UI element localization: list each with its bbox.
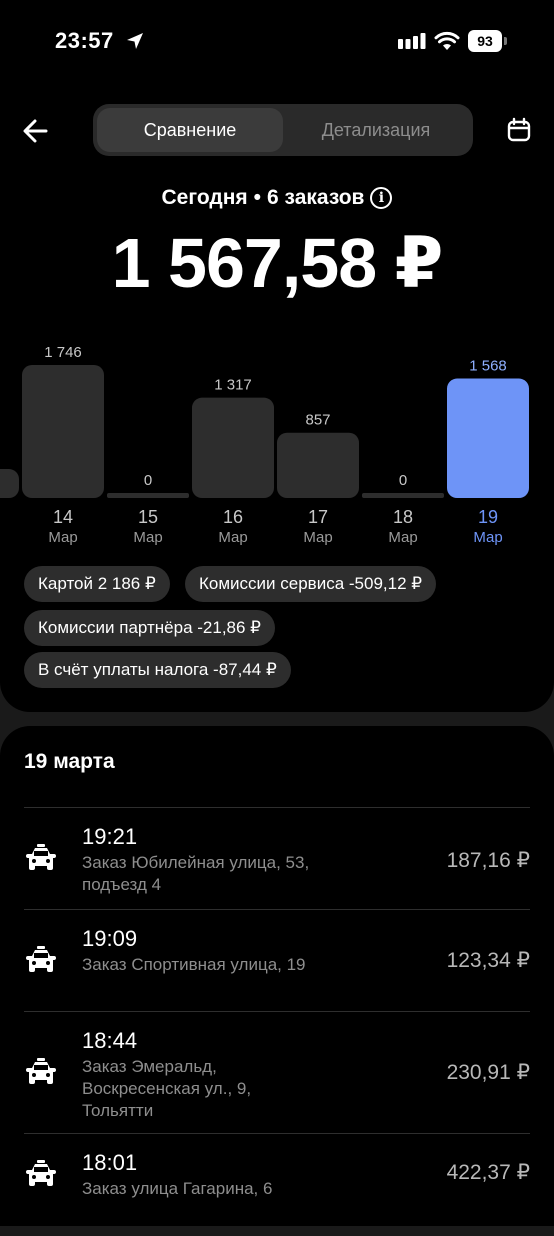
battery-icon: 93 — [468, 30, 508, 52]
bar-13[interactable] — [0, 469, 19, 498]
taxi-icon — [26, 1058, 56, 1084]
bar-month-label: Мар — [388, 529, 417, 546]
bar-18[interactable] — [362, 493, 444, 498]
order-amount: 422,37 ₽ — [446, 1161, 530, 1184]
chip-partner-fee[interactable]: Комиссии партнёра -21,86 ₽ — [24, 610, 276, 646]
bar-value-label: 1 317 — [214, 377, 252, 394]
order-row[interactable]: 19:21 Заказ Юбилейная улица, 53, подъезд… — [24, 807, 530, 910]
wifi-icon — [434, 31, 460, 50]
order-address: Заказ Спортивная улица, 19 — [82, 955, 306, 974]
calendar-icon[interactable] — [505, 116, 533, 144]
summary-card: 23:57 93 Сравнение Детализация Сегодня •… — [0, 0, 554, 712]
total-amount: 1 567,58 ₽ — [111, 224, 444, 302]
order-time: 19:09 — [82, 926, 138, 951]
chip-tax[interactable]: В счёт уплаты налога -87,44 ₽ — [24, 652, 291, 688]
order-address: Заказ Юбилейная улица, 53, подъезд 4 — [82, 853, 310, 894]
bar-16[interactable] — [192, 397, 274, 498]
status-bar: 23:57 93 — [0, 0, 554, 84]
bar-15[interactable] — [107, 493, 189, 498]
location-arrow-icon — [127, 33, 143, 49]
back-arrow-icon[interactable] — [20, 114, 54, 148]
period-label: Сегодня — [161, 186, 248, 209]
bar-month-label: Мар — [218, 529, 247, 546]
status-time: 23:57 — [55, 28, 114, 53]
order-row[interactable]: 19:09 Заказ Спортивная улица, 19 123,34 … — [24, 909, 530, 1012]
order-time: 18:01 — [82, 1150, 138, 1175]
info-icon[interactable]: i — [370, 187, 393, 210]
bar-day-label: 17 — [308, 507, 328, 527]
bar-day-label: 16 — [223, 507, 243, 527]
bar-19[interactable] — [447, 378, 529, 498]
summary-line: Сегодня • 6 заказов i — [0, 186, 554, 210]
tab-comparison[interactable]: Сравнение — [97, 108, 283, 152]
taxi-icon — [26, 1160, 56, 1186]
bar-day-label: 19 — [478, 507, 498, 527]
taxi-icon — [26, 946, 56, 972]
bar-day-label: 14 — [53, 507, 73, 527]
bar-month-label: Мар — [48, 529, 77, 546]
view-switcher: Сравнение Детализация — [93, 104, 473, 156]
bar-value-label: 0 — [144, 472, 152, 489]
order-time: 18:44 — [82, 1028, 138, 1053]
bar-value-label: 1 746 — [44, 344, 82, 361]
bar-month-label: Мар — [133, 529, 162, 546]
chip-service-fee[interactable]: Комиссии сервиса -509,12 ₽ — [185, 566, 437, 602]
bar-day-label: 18 — [393, 507, 413, 527]
order-amount: 187,16 ₽ — [446, 849, 530, 872]
cellular-signal-icon — [398, 33, 426, 49]
earnings-bar-chart: 131 74614Мар015Мар1 31716Мар85717Мар018М… — [0, 344, 529, 546]
bar-day-label: 15 — [138, 507, 158, 527]
order-time: 19:21 — [82, 824, 138, 849]
order-row[interactable]: 18:01 Заказ улица Гагарина, 6 422,37 ₽ — [24, 1133, 530, 1236]
bar-17[interactable] — [277, 432, 359, 498]
bar-value-label: 1 568 — [469, 358, 507, 375]
list-date: 19 марта — [24, 750, 115, 773]
order-address: Заказ улица Гагарина, 6 — [82, 1179, 273, 1198]
taxi-icon — [26, 844, 56, 870]
order-address: Заказ Эмеральд, Воскресенская ул., 9, То… — [82, 1057, 252, 1120]
bar-14[interactable] — [22, 365, 104, 498]
orders-count: 6 заказов — [267, 186, 365, 209]
order-amount: 230,91 ₽ — [446, 1061, 530, 1084]
battery-level: 93 — [468, 30, 502, 52]
bar-month-label: Мар — [473, 529, 502, 546]
bar-value-label: 0 — [399, 472, 407, 489]
orders-list: 19 марта 19:21 Заказ Юбилейная улица, 53… — [0, 726, 554, 1226]
bar-month-label: Мар — [303, 529, 332, 546]
order-amount: 123,34 ₽ — [446, 949, 530, 972]
bar-value-label: 857 — [305, 412, 330, 429]
order-row[interactable]: 18:44 Заказ Эмеральд, Воскресенская ул.,… — [24, 1011, 530, 1134]
tab-details[interactable]: Детализация — [283, 108, 469, 152]
chip-card-payment[interactable]: Картой 2 186 ₽ — [24, 566, 170, 602]
